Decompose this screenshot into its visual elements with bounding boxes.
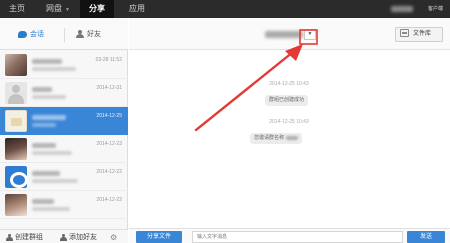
tab-conversations-label: 会话: [30, 31, 44, 38]
group-icon: [6, 233, 13, 241]
nav-home[interactable]: 主页: [0, 0, 34, 18]
contact-name-blurred: [32, 143, 56, 148]
nav-share[interactable]: 分享: [80, 0, 114, 18]
contact-name-blurred: [32, 59, 62, 64]
message-composer: 分享文件 发送: [129, 228, 450, 243]
top-nav-bar: 主页 网盘 ▼ 分享 应用 客户端: [0, 0, 450, 18]
conversation-date: 2014-12-25: [96, 113, 122, 119]
tab-friends-label: 好友: [87, 31, 101, 38]
last-message-blurred: [32, 67, 76, 71]
contact-name-blurred: [32, 115, 66, 120]
app-window: 主页 网盘 ▼ 分享 应用 客户端 会话 好友 03-28 11:52 2014-…: [0, 0, 450, 243]
chat-bubble-icon: [18, 30, 27, 38]
contact-name-blurred: [32, 171, 60, 176]
nav-netdisk[interactable]: 网盘 ▼: [38, 0, 78, 18]
title-dropdown-button[interactable]: ▼: [304, 29, 316, 40]
conversation-item-selected[interactable]: 2014-12-25: [0, 107, 128, 135]
chat-header: ▼ 文件库: [129, 18, 450, 50]
send-button[interactable]: 发送: [407, 231, 445, 243]
last-message-blurred: [32, 95, 66, 99]
last-message-blurred: [32, 151, 72, 155]
last-message-blurred: [32, 207, 70, 211]
system-message: 群组已创建成功: [265, 95, 309, 106]
conversation-date: 2014-12-23: [96, 141, 122, 147]
avatar: [5, 194, 27, 216]
file-library-button[interactable]: 文件库: [395, 27, 443, 42]
cloud-app-icon: [5, 166, 27, 188]
gear-icon[interactable]: ⚙: [110, 232, 117, 243]
share-file-button[interactable]: 分享文件: [136, 231, 182, 243]
last-message-blurred: [32, 123, 56, 127]
chat-title-blurred: [265, 31, 303, 38]
contact-name-blurred: [32, 199, 54, 204]
message-area[interactable]: 2014-12-25 10:43 群组已创建成功 2014-12-25 10:4…: [129, 50, 450, 228]
chevron-down-icon: ▼: [65, 7, 70, 13]
add-friend-label: 添加好友: [69, 234, 97, 241]
add-friend-button[interactable]: 添加好友: [60, 232, 97, 243]
system-message-text: 您邀请群名称: [254, 135, 285, 141]
avatar: [5, 54, 27, 76]
client-link[interactable]: 客户端: [428, 0, 443, 18]
system-message-text: 群组已创建成功: [269, 97, 305, 103]
conversation-date: 2014-12-22: [96, 197, 122, 203]
add-person-icon: [60, 233, 67, 241]
system-message: 您邀请群名称: [250, 133, 303, 144]
conversation-date: 03-28 11:52: [95, 57, 122, 63]
chat-panel: ▼ 文件库 2014-12-25 10:43 群组已创建成功 2014-12-2…: [129, 18, 450, 243]
last-message-blurred: [32, 179, 78, 183]
conversation-item[interactable]: 2014-12-22: [0, 163, 128, 191]
triangle-down-icon: ▼: [307, 31, 313, 37]
conversation-item[interactable]: 03-28 11:52: [0, 51, 128, 79]
conversation-date: 2014-12-22: [96, 169, 122, 175]
conversation-item[interactable]: 2014-12-22: [0, 191, 128, 219]
default-avatar-icon: [5, 82, 27, 104]
conversation-item[interactable]: 2014-12-31: [0, 79, 128, 107]
message-input[interactable]: [192, 231, 403, 243]
tab-divider: [64, 28, 65, 42]
file-library-label: 文件库: [413, 31, 432, 37]
conversation-item[interactable]: 2014-12-23: [0, 135, 128, 163]
nav-apps[interactable]: 应用: [120, 0, 154, 18]
username-blurred[interactable]: [391, 6, 413, 12]
contact-name-blurred: [32, 87, 52, 92]
message-timestamp: 2014-12-25 10:43: [269, 81, 309, 87]
group-folder-icon: [5, 110, 27, 132]
avatar: [5, 138, 27, 160]
tab-friends[interactable]: 好友: [76, 28, 101, 42]
person-icon: [76, 30, 84, 39]
create-group-button[interactable]: 创建群组: [6, 232, 43, 243]
conversation-date: 2014-12-31: [96, 85, 122, 91]
group-name-blurred: [286, 135, 299, 140]
nav-netdisk-label: 网盘: [46, 4, 63, 13]
sidebar-tabs: 会话 好友: [0, 18, 128, 50]
conversation-list[interactable]: 03-28 11:52 2014-12-31 2014-12-25 2014-1…: [0, 51, 128, 231]
message-timestamp: 2014-12-25 10:43: [269, 119, 309, 125]
tab-conversations[interactable]: 会话: [18, 28, 44, 42]
sidebar-footer: 创建群组 添加好友 ⚙: [0, 229, 128, 243]
file-library-icon: [400, 29, 409, 38]
conversation-sidebar: 会话 好友 03-28 11:52 2014-12-31 2014-12-25 …: [0, 18, 128, 243]
create-group-label: 创建群组: [15, 234, 43, 241]
